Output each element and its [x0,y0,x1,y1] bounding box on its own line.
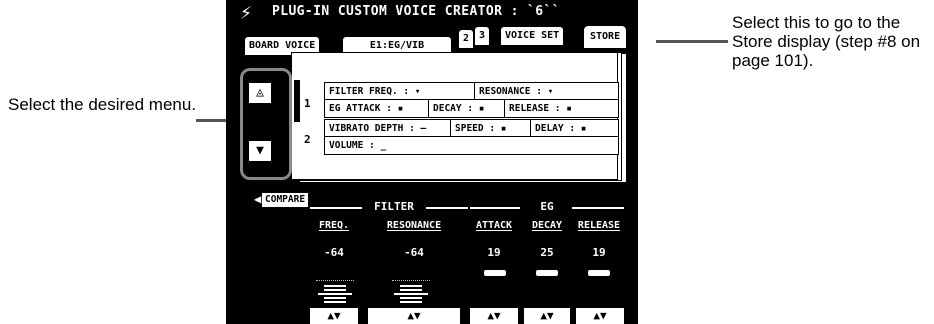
value-release: 19 [592,246,606,259]
lcd-screen: ⚡ PLUG-IN CUSTOM VOICE CREATOR : `6`` BO… [226,0,638,324]
menu-down-button[interactable]: ▼ [248,140,272,162]
menu-row-2-line-2[interactable]: VOLUME : _ [324,136,619,155]
resonance-updown-button[interactable]: ▲▼ [368,308,460,324]
value-resonance: -64 [404,246,424,259]
filter-freq-item[interactable]: FILTER FREQ. : ▾ [325,83,475,100]
col-header-decay: DECAY [531,220,563,231]
page-title: PLUG-IN CUSTOM VOICE CREATOR : `6`` [272,4,560,19]
annotation-store: Select this to go to the Store display (… [732,13,921,70]
col-header-release: RELEASE [577,220,621,231]
col-header-attack: ATTACK [475,220,513,231]
vibrato-depth-item[interactable]: VIBRATO DEPTH : — [325,120,451,137]
volume-item[interactable]: VOLUME : _ [325,137,618,154]
col-header-freq: FREQ. [318,220,350,231]
menu-row-1-line-2[interactable]: EG ATTACK : ▪ DECAY : ▪ RELEASE : ▪ [324,99,619,118]
tab-3[interactable]: 3 [474,26,491,46]
release-slider[interactable] [580,270,618,276]
group-eg: EG [540,200,554,213]
delay-item[interactable]: DELAY : ▪ [531,120,618,137]
decay-updown-button[interactable]: ▲▼ [524,308,570,324]
attack-slider[interactable] [476,270,514,276]
row-number: 2 [304,133,311,146]
release-updown-button[interactable]: ▲▼ [576,308,624,324]
callout-line-right [656,40,728,43]
speed-item[interactable]: SPEED : ▪ [451,120,531,137]
decay-slider[interactable] [528,270,566,276]
freq-updown-button[interactable]: ▲▼ [310,308,358,324]
tab-2[interactable]: 2 [458,29,475,49]
compare-button[interactable]: COMPARE [262,193,309,207]
attack-updown-button[interactable]: ▲▼ [470,308,518,324]
resonance-item[interactable]: RESONANCE : ▾ [475,83,618,100]
eg-attack-item[interactable]: EG ATTACK : ▪ [325,100,429,117]
row-number: 1 [304,97,311,110]
col-header-resonance: RESONANCE [386,220,442,231]
decay-item[interactable]: DECAY : ▪ [429,100,505,117]
menu-up-button[interactable]: ◬ [248,82,272,104]
value-freq: -64 [324,246,344,259]
annotation-select-menu: Select the desired menu. [8,95,197,114]
compare-arrow-icon: ◀ [254,192,262,206]
plugin-icon: ⚡ [240,0,253,24]
value-decay: 25 [540,246,554,259]
value-attack: 19 [487,246,501,259]
release-item[interactable]: RELEASE : ▪ [505,100,618,117]
tab-store[interactable]: STORE [582,25,628,49]
tab-voice-set[interactable]: VOICE SET [500,26,565,46]
group-filter: FILTER [374,200,414,213]
